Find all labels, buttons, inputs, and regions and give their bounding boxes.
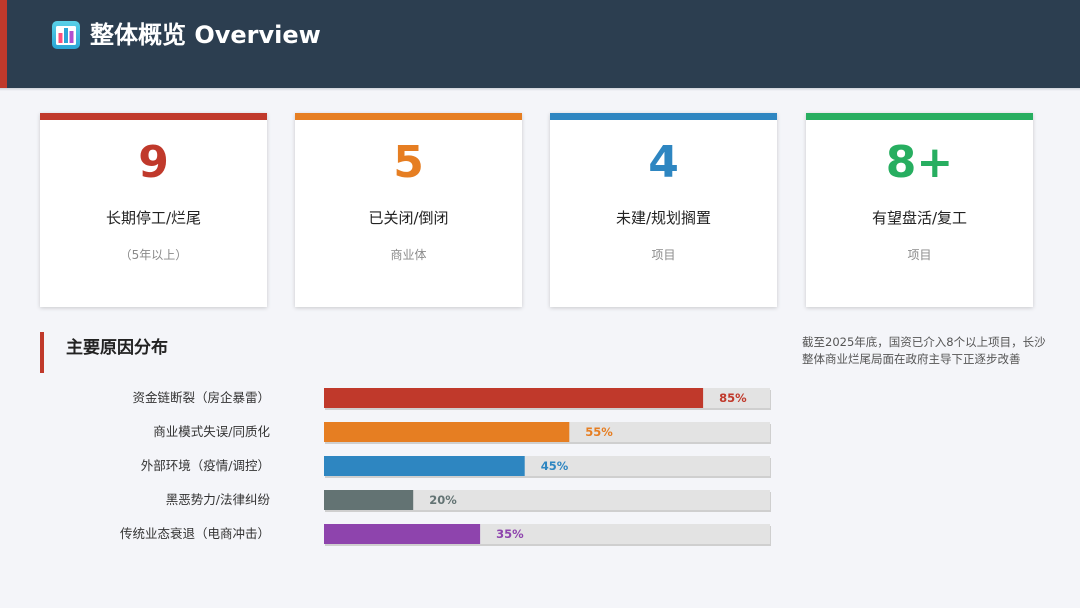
stat-value: 8+ (885, 137, 954, 188)
bar (324, 388, 704, 408)
bar (324, 490, 414, 510)
card-color-bar (806, 113, 1033, 120)
header-shadow (0, 88, 1080, 91)
header-accent-bar (0, 0, 7, 88)
summary-note: 截至2025年底，国资已介入8个以上项目，长沙整体商业烂尾局面在政府主导下正逐步… (802, 335, 1046, 366)
stat-value: 4 (648, 137, 679, 188)
stat-sublabel: （5年以上） (119, 248, 188, 262)
bar (324, 524, 481, 544)
stat-label: 未建/规划搁置 (615, 209, 712, 227)
stat-sublabel: 项目 (651, 248, 676, 262)
stat-label: 有望盘活/复工 (871, 209, 968, 227)
stat-card-closed: 5 已关闭/倒闭 商业体 (295, 113, 522, 307)
stat-label: 已关闭/倒闭 (368, 209, 449, 227)
card-color-bar (550, 113, 777, 120)
category-label: 商业模式失误/同质化 (153, 424, 270, 439)
card-color-bar (40, 113, 267, 120)
section-accent-bar (40, 332, 44, 373)
bar-value-label: 35% (496, 527, 524, 541)
stat-card-unbuilt: 4 未建/规划搁置 项目 (550, 113, 777, 307)
reasons-bar-chart: 资金链断裂（房企暴雷） 85% 商业模式失误/同质化 55% 外部环境（疫情/调控） 45… (120, 388, 771, 546)
bar (324, 422, 570, 442)
bar-chart-icon (52, 21, 80, 49)
category-label: 传统业态衰退（电商冲击） (120, 526, 270, 541)
stat-sublabel: 项目 (907, 248, 932, 262)
bar-value-label: 20% (429, 493, 457, 507)
category-label: 黑恶势力/法律纠纷 (166, 492, 271, 507)
bar-value-label: 55% (585, 425, 613, 439)
bar (324, 456, 525, 476)
stat-card-revival: 8+ 有望盘活/复工 项目 (806, 113, 1033, 307)
bar-value-label: 85% (719, 391, 747, 405)
section-title: 主要原因分布 (66, 338, 168, 358)
stat-value: 5 (393, 137, 424, 188)
stat-value: 9 (138, 137, 169, 188)
page-title: 整体概览 Overview (90, 21, 321, 49)
card-color-bar (295, 113, 522, 120)
stat-sublabel: 商业体 (390, 248, 427, 262)
bar-value-label: 45% (541, 459, 569, 473)
category-label: 外部环境（疫情/调控） (141, 458, 270, 473)
stat-label: 长期停工/烂尾 (105, 209, 202, 227)
header: 整体概览 Overview (0, 0, 1080, 88)
category-label: 资金链断裂（房企暴雷） (132, 390, 270, 405)
stat-card-stalled: 9 长期停工/烂尾 （5年以上） (40, 113, 267, 307)
